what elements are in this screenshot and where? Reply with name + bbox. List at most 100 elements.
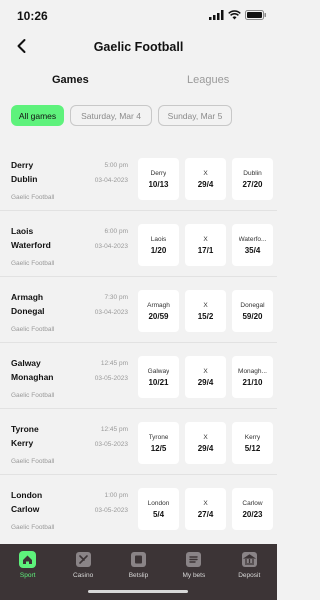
- odd-home-button[interactable]: Armagh 20/59: [138, 290, 179, 332]
- odd-away-button[interactable]: Kerry 5/12: [232, 422, 273, 464]
- match-list: Derry Dublin 5:00 pm 03-04-2023 Gaelic F…: [0, 145, 277, 541]
- match-date: 03-04-2023: [94, 177, 128, 184]
- status-time: 10:26: [17, 9, 48, 23]
- signal-icon: [209, 10, 224, 20]
- away-team: Donegal: [11, 306, 45, 316]
- odd-home-button[interactable]: London 5/4: [138, 488, 179, 530]
- match-date: 03-05-2023: [94, 507, 128, 514]
- odd-value: 10/13: [148, 179, 169, 189]
- league-name: Gaelic Football: [11, 458, 55, 465]
- home-team: Armagh: [11, 292, 44, 302]
- odd-label: Carlow: [242, 499, 263, 507]
- filter-sunday[interactable]: Sunday, Mar 5: [158, 105, 232, 126]
- odd-value: 20/23: [242, 509, 263, 519]
- odds-row: Galway 10/21 X 29/4 Monagh... 21/10: [138, 356, 273, 398]
- odd-value: 5/4: [152, 509, 165, 519]
- odd-label: X: [203, 433, 208, 441]
- odd-away-button[interactable]: Monagh... 21/10: [232, 356, 273, 398]
- odd-label: Donegal: [240, 301, 265, 309]
- nav-sport[interactable]: Sport: [3, 551, 53, 600]
- odd-value: 1/20: [150, 245, 167, 255]
- odd-value: 29/4: [197, 443, 214, 453]
- odd-label: Waterfo...: [238, 235, 267, 243]
- odd-label: Kerry: [244, 433, 261, 441]
- match-row[interactable]: London Carlow 1:00 pm 03-05-2023 Gaelic …: [0, 475, 277, 541]
- match-row[interactable]: Tyrone Kerry 12:45 pm 03-05-2023 Gaelic …: [0, 409, 277, 475]
- home-team: Galway: [11, 358, 41, 368]
- tabs: Games Leagues: [0, 72, 277, 92]
- odd-draw-button[interactable]: X 17/1: [185, 224, 226, 266]
- home-indicator: [88, 590, 188, 593]
- odd-draw-button[interactable]: X 29/4: [185, 356, 226, 398]
- odd-value: 12/5: [150, 443, 167, 453]
- away-team: Kerry: [11, 438, 34, 448]
- wifi-icon: [228, 10, 241, 20]
- home-team: London: [11, 490, 43, 500]
- battery-icon: [245, 10, 266, 20]
- league-name: Gaelic Football: [11, 326, 55, 333]
- deposit-icon: [241, 551, 258, 568]
- odd-home-button[interactable]: Derry 10/13: [138, 158, 179, 200]
- nav-label: Betslip: [128, 572, 149, 579]
- status-icons: [209, 10, 267, 20]
- odd-away-button[interactable]: Waterfo... 35/4: [232, 224, 273, 266]
- nav-label: Sport: [19, 572, 36, 579]
- match-date: 03-05-2023: [94, 441, 128, 448]
- match-time: 5:00 pm: [104, 162, 129, 169]
- match-time: 12:45 pm: [100, 426, 128, 433]
- odd-draw-button[interactable]: X 15/2: [185, 290, 226, 332]
- league-name: Gaelic Football: [11, 524, 55, 531]
- page-title: Gaelic Football: [93, 40, 184, 54]
- odd-label: X: [203, 499, 208, 507]
- home-team: Tyrone: [11, 424, 39, 434]
- match-time: 7:30 pm: [104, 294, 129, 301]
- match-date: 03-04-2023: [94, 309, 128, 316]
- odd-value: 20/59: [148, 311, 169, 321]
- nav-deposit[interactable]: Deposit: [224, 551, 274, 600]
- match-date: 03-04-2023: [94, 243, 128, 250]
- match-row[interactable]: Laois Waterford 6:00 pm 03-04-2023 Gaeli…: [0, 211, 277, 277]
- odd-away-button[interactable]: Dublin 27/20: [232, 158, 273, 200]
- match-row[interactable]: Derry Dublin 5:00 pm 03-04-2023 Gaelic F…: [0, 145, 277, 211]
- odd-value: 29/4: [197, 377, 214, 387]
- odd-home-button[interactable]: Galway 10/21: [138, 356, 179, 398]
- odd-draw-button[interactable]: X 29/4: [185, 158, 226, 200]
- odd-home-button[interactable]: Laois 1/20: [138, 224, 179, 266]
- match-row[interactable]: Armagh Donegal 7:30 pm 03-04-2023 Gaelic…: [0, 277, 277, 343]
- league-name: Gaelic Football: [11, 194, 55, 201]
- odd-away-button[interactable]: Carlow 20/23: [232, 488, 273, 530]
- filter-all-games[interactable]: All games: [11, 105, 64, 126]
- odd-value: 27/4: [197, 509, 214, 519]
- away-team: Dublin: [11, 174, 38, 184]
- odd-value: 5/12: [244, 443, 261, 453]
- odd-draw-button[interactable]: X 27/4: [185, 488, 226, 530]
- odd-draw-button[interactable]: X 29/4: [185, 422, 226, 464]
- my-bets-icon: [185, 551, 202, 568]
- odd-label: X: [203, 301, 208, 309]
- away-team: Waterford: [11, 240, 51, 250]
- odds-row: Laois 1/20 X 17/1 Waterfo... 35/4: [138, 224, 273, 266]
- odd-label: X: [203, 169, 208, 177]
- odd-label: Armagh: [147, 301, 170, 309]
- filter-saturday[interactable]: Saturday, Mar 4: [70, 105, 152, 126]
- odd-label: Dublin: [243, 169, 262, 177]
- odd-value: 29/4: [197, 179, 214, 189]
- odd-label: X: [203, 367, 208, 375]
- casino-icon: [75, 551, 92, 568]
- odd-value: 15/2: [197, 311, 214, 321]
- tab-games[interactable]: Games: [52, 74, 89, 86]
- away-team: Monaghan: [11, 372, 54, 382]
- nav-label: My bets: [182, 572, 206, 579]
- date-filters: All games Saturday, Mar 4 Sunday, Mar 5: [11, 105, 232, 126]
- odd-value: 10/21: [148, 377, 169, 387]
- odd-value: 21/10: [242, 377, 263, 387]
- odd-away-button[interactable]: Donegal 59/20: [232, 290, 273, 332]
- odd-home-button[interactable]: Tyrone 12/5: [138, 422, 179, 464]
- match-row[interactable]: Galway Monaghan 12:45 pm 03-05-2023 Gael…: [0, 343, 277, 409]
- tab-leagues[interactable]: Leagues: [187, 74, 229, 86]
- match-date: 03-05-2023: [94, 375, 128, 382]
- match-time: 6:00 pm: [104, 228, 129, 235]
- home-team: Derry: [11, 160, 34, 170]
- odd-label: Monagh...: [238, 367, 267, 375]
- status-bar: 10:26: [0, 0, 277, 30]
